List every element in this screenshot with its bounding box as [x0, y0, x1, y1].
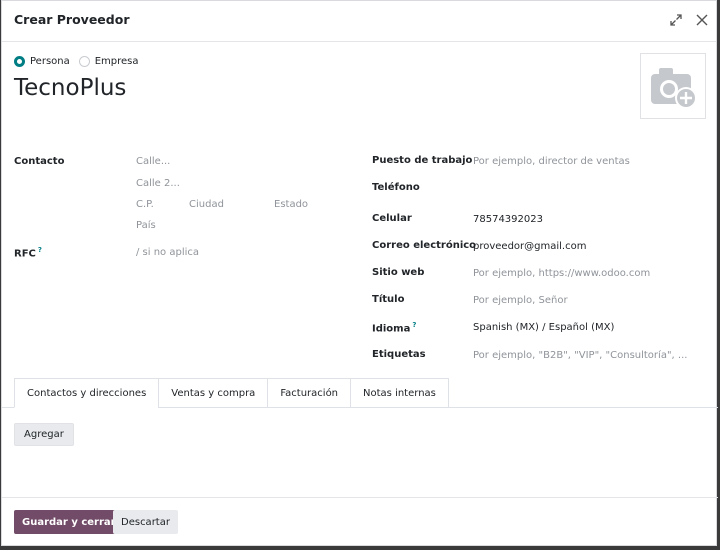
radio-persona-label[interactable]: Persona: [30, 56, 70, 67]
tags-label: Etiquetas: [372, 349, 426, 360]
rfc-help-icon[interactable]: ?: [38, 246, 42, 254]
state-input[interactable]: Estado: [274, 199, 308, 210]
street2-input[interactable]: Calle 2...: [136, 178, 180, 189]
avatar-upload[interactable]: [640, 53, 706, 119]
tags-input[interactable]: Por ejemplo, "B2B", "VIP", "Consultoría"…: [473, 350, 687, 361]
radio-persona[interactable]: [14, 56, 25, 67]
save-close-button[interactable]: Guardar y cerrar: [14, 510, 124, 534]
camera-plus-icon: [651, 68, 697, 109]
email-label: Correo electrónico: [372, 240, 477, 251]
close-icon[interactable]: [692, 10, 712, 30]
title-label: Título: [372, 294, 405, 305]
mobile-label: Celular: [372, 213, 412, 224]
phone-input[interactable]: [473, 183, 673, 195]
rfc-label: RFC?: [14, 246, 42, 260]
tab-internal-notes[interactable]: Notas internas: [350, 378, 449, 408]
tab-sales-purchase[interactable]: Ventas y compra: [158, 378, 269, 408]
create-vendor-dialog: Crear Proveedor Persona Empresa TecnoPlu…: [1, 0, 718, 546]
tab-contacts-addresses[interactable]: Contactos y direcciones: [14, 378, 160, 408]
language-label: Idioma?: [372, 321, 417, 335]
street-input[interactable]: Calle...: [136, 156, 170, 167]
notebook-tabs: Contactos y direcciones Ventas y compra …: [14, 378, 449, 408]
job-position-label: Puesto de trabajo: [372, 155, 473, 166]
add-contact-button[interactable]: Agregar: [14, 423, 74, 446]
expand-icon[interactable]: [666, 10, 686, 30]
mobile-input[interactable]: 78574392023: [473, 214, 543, 225]
title-input[interactable]: Por ejemplo, Señor: [473, 295, 568, 306]
zip-input[interactable]: C.P.: [136, 199, 154, 210]
dialog-title: Crear Proveedor: [14, 12, 130, 27]
discard-button[interactable]: Descartar: [113, 510, 178, 534]
rfc-input[interactable]: / si no aplica: [136, 247, 199, 258]
website-input[interactable]: Por ejemplo, https://www.odoo.com: [473, 268, 650, 279]
country-input[interactable]: País: [136, 220, 156, 231]
email-input[interactable]: proveedor@gmail.com: [473, 241, 586, 252]
city-input[interactable]: Ciudad: [189, 199, 224, 210]
company-type-radio-group: Persona Empresa: [14, 56, 148, 67]
partner-name-field[interactable]: TecnoPlus: [14, 75, 126, 101]
language-help-icon[interactable]: ?: [412, 321, 416, 329]
website-label: Sitio web: [372, 267, 425, 278]
job-position-input[interactable]: Por ejemplo, director de ventas: [473, 156, 630, 167]
radio-empresa-label[interactable]: Empresa: [95, 56, 139, 67]
contact-label: Contacto: [14, 156, 65, 167]
language-select[interactable]: Spanish (MX) / Español (MX): [473, 322, 614, 333]
phone-label: Teléfono: [372, 182, 420, 193]
tab-invoicing[interactable]: Facturación: [267, 378, 352, 408]
footer-divider: [2, 497, 718, 498]
radio-empresa[interactable]: [78, 56, 90, 67]
dialog-header: Crear Proveedor: [2, 1, 716, 42]
